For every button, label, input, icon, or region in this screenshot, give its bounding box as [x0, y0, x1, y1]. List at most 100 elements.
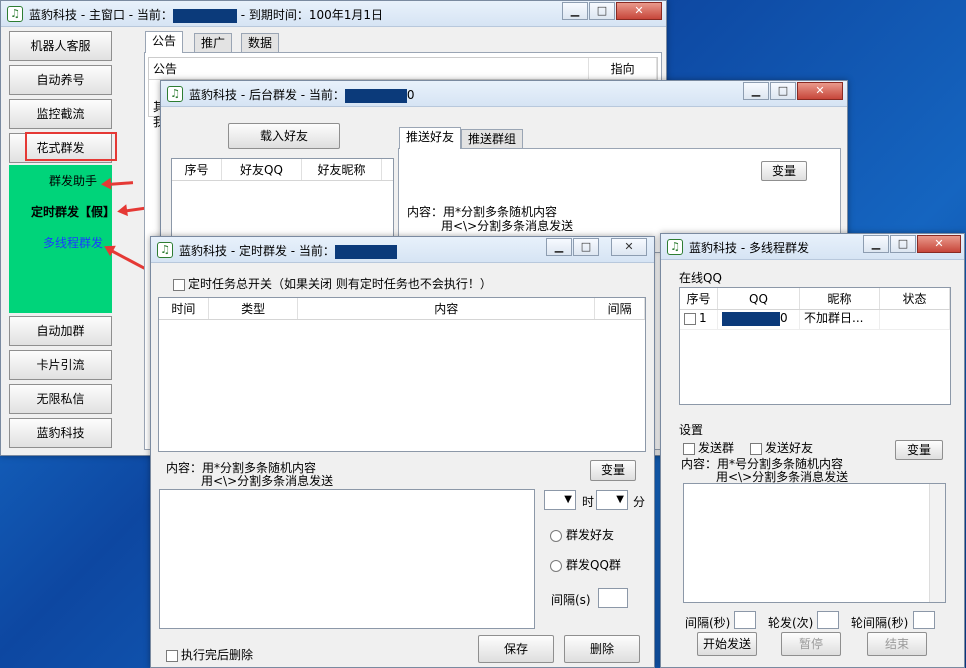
variable-button[interactable]: 变量	[590, 460, 636, 481]
minimize-button[interactable]: ▁	[863, 235, 889, 253]
main-window-title: 蓝豹科技 - 主窗口 - 当前： - 到期时间：100年1月1日	[29, 8, 384, 23]
backend-title-bar: ♫ 蓝豹科技 - 后台群发 - 当前： 0 ▁ □ ✕	[161, 81, 847, 107]
timed-window-title: 蓝豹科技 - 定时群发 - 当前：	[179, 242, 397, 259]
radio-icon	[550, 559, 562, 572]
sidebar-item-lanbao-tech[interactable]: 蓝豹科技	[9, 418, 112, 448]
column-header-index: 序号	[680, 288, 718, 309]
delete-after-checkbox[interactable]: 执行完后删除	[166, 646, 253, 663]
minimize-button[interactable]: ▁	[562, 2, 588, 20]
send-friend-checkbox[interactable]: 发送好友	[750, 439, 813, 456]
multithread-window-title: 蓝豹科技 - 多线程群发	[689, 241, 809, 255]
rounds-input[interactable]	[817, 611, 839, 629]
sidebar-item-card-traffic[interactable]: 卡片引流	[9, 350, 112, 380]
maximize-button[interactable]: □	[589, 2, 615, 20]
minimize-button[interactable]: ▁	[743, 82, 769, 100]
online-qq-label: 在线QQ	[679, 271, 722, 285]
masked-account	[344, 88, 407, 103]
minute-label: 分	[633, 495, 646, 509]
sidebar-item-monitor[interactable]: 监控截流	[9, 99, 112, 129]
sidebar-item-unlimited-message[interactable]: 无限私信	[9, 384, 112, 414]
minimize-button[interactable]: ▁	[546, 238, 572, 256]
load-friends-button[interactable]: 载入好友	[228, 123, 340, 149]
close-button[interactable]: ✕	[611, 238, 647, 256]
submenu-item-timed-broadcast[interactable]: 定时群发【假】	[31, 203, 115, 220]
column-header-nickname: 昵称	[800, 288, 880, 309]
masked-account	[334, 244, 397, 259]
interval-input[interactable]	[598, 588, 628, 608]
timed-content-textarea[interactable]	[159, 489, 535, 629]
multithread-title-bar: ♫ 蓝豹科技 - 多线程群发 ▁ □ ✕	[661, 234, 964, 260]
start-send-button[interactable]: 开始发送	[697, 632, 757, 656]
checkbox-icon	[750, 442, 762, 455]
sidebar-item-auto-nurture[interactable]: 自动养号	[9, 65, 112, 95]
column-header-time: 时间	[159, 298, 209, 319]
submenu-item-broadcast-helper[interactable]: 群发助手	[49, 172, 97, 189]
radio-broadcast-friends[interactable]: 群发好友	[550, 526, 614, 543]
column-header-interval: 间隔	[595, 298, 645, 319]
sidebar-item-robot-service[interactable]: 机器人客服	[9, 31, 112, 61]
timed-task-table: 时间 类型 内容 间隔	[158, 297, 646, 452]
radio-icon	[550, 529, 562, 542]
column-header-index: 序号	[172, 159, 222, 180]
save-button[interactable]: 保存	[478, 635, 554, 663]
online-qq-table: 序号 QQ 昵称 状态 1 0 不加群日...	[679, 287, 951, 405]
column-header-content: 内容	[298, 298, 596, 319]
checkbox-icon	[173, 278, 185, 291]
red-arrow-1	[108, 181, 134, 186]
close-button[interactable]: ✕	[616, 2, 662, 20]
backend-window-title: 蓝豹科技 - 后台群发 - 当前： 0	[189, 88, 415, 103]
sidebar-item-auto-join-group[interactable]: 自动加群	[9, 316, 112, 346]
app-logo-icon: ♫	[167, 86, 183, 102]
highlight-box	[25, 132, 117, 161]
checkbox-icon	[683, 442, 695, 455]
app-logo-icon: ♫	[157, 242, 173, 258]
radio-broadcast-groups[interactable]: 群发QQ群	[550, 556, 621, 573]
textarea-scrollbar[interactable]	[929, 484, 945, 602]
timed-broadcast-window: ♫ 蓝豹科技 - 定时群发 - 当前： ▁ □ ✕ 定时任务总开关（如果关闭 则…	[150, 236, 655, 668]
close-button[interactable]: ✕	[797, 82, 843, 100]
column-header-type: 类型	[209, 298, 299, 319]
tab-promotion[interactable]: 推广	[194, 33, 233, 53]
rounds-label: 轮发(次)	[768, 616, 814, 630]
minute-select[interactable]: ▼	[596, 490, 628, 510]
round-interval-input[interactable]	[913, 611, 935, 629]
submenu-item-multithread-broadcast[interactable]: 多线程群发	[43, 234, 103, 251]
tab-push-groups[interactable]: 推送群组	[461, 129, 524, 149]
round-interval-label: 轮间隔(秒)	[851, 616, 909, 630]
pause-button[interactable]: 暂停	[781, 632, 841, 656]
maximize-button[interactable]: □	[890, 235, 916, 253]
main-title-bar: ♫ 蓝豹科技 - 主窗口 - 当前： - 到期时间：100年1月1日 ▁ □ ✕	[1, 1, 666, 27]
column-header-announcement: 公告	[149, 58, 590, 79]
tab-announcement[interactable]: 公告	[145, 31, 184, 53]
row-checkbox-icon[interactable]	[684, 312, 696, 325]
delete-button[interactable]: 删除	[564, 635, 640, 663]
app-logo-icon: ♫	[7, 6, 23, 22]
send-group-checkbox[interactable]: 发送群	[683, 439, 734, 456]
backend-broadcast-window: ♫ 蓝豹科技 - 后台群发 - 当前： 0 ▁ □ ✕ 载入好友 序号 好友QQ 好友…	[160, 80, 848, 253]
content-hint-line2: 用<\>分割多条消息发送	[441, 219, 574, 233]
variable-button[interactable]: 变量	[895, 440, 943, 460]
content-hint-line2: 用<\>分割多条消息发送	[201, 474, 334, 488]
red-arrow-3	[110, 249, 146, 270]
hour-label: 时	[582, 495, 595, 509]
interval-label: 间隔(秒)	[685, 616, 731, 630]
column-header-friend-nickname: 好友昵称	[302, 159, 382, 180]
multithread-content-textarea[interactable]	[683, 483, 946, 603]
tab-data[interactable]: 数据	[241, 33, 280, 53]
settings-label: 设置	[679, 423, 704, 437]
close-button[interactable]: ✕	[917, 235, 961, 253]
timed-title-bar: ♫ 蓝豹科技 - 定时群发 - 当前： ▁ □ ✕	[151, 237, 654, 263]
multithread-window: ♫ 蓝豹科技 - 多线程群发 ▁ □ ✕ 在线QQ 序号 QQ 昵称 状态 1 0 不…	[660, 233, 965, 668]
tab-push-friends[interactable]: 推送好友	[399, 127, 462, 149]
maximize-button[interactable]: □	[770, 82, 796, 100]
master-switch-checkbox[interactable]: 定时任务总开关（如果关闭 则有定时任务也不会执行！）	[173, 275, 492, 292]
column-header-target: 指向	[589, 58, 657, 79]
maximize-button[interactable]: □	[573, 238, 599, 256]
variable-button[interactable]: 变量	[761, 161, 807, 181]
interval-input[interactable]	[734, 611, 756, 629]
column-header-status: 状态	[880, 288, 950, 309]
column-header-friend-qq: 好友QQ	[222, 159, 302, 180]
table-row[interactable]: 1 0 不加群日...	[680, 310, 950, 330]
hour-select[interactable]: ▼	[544, 490, 576, 510]
stop-button[interactable]: 结束	[867, 632, 927, 656]
